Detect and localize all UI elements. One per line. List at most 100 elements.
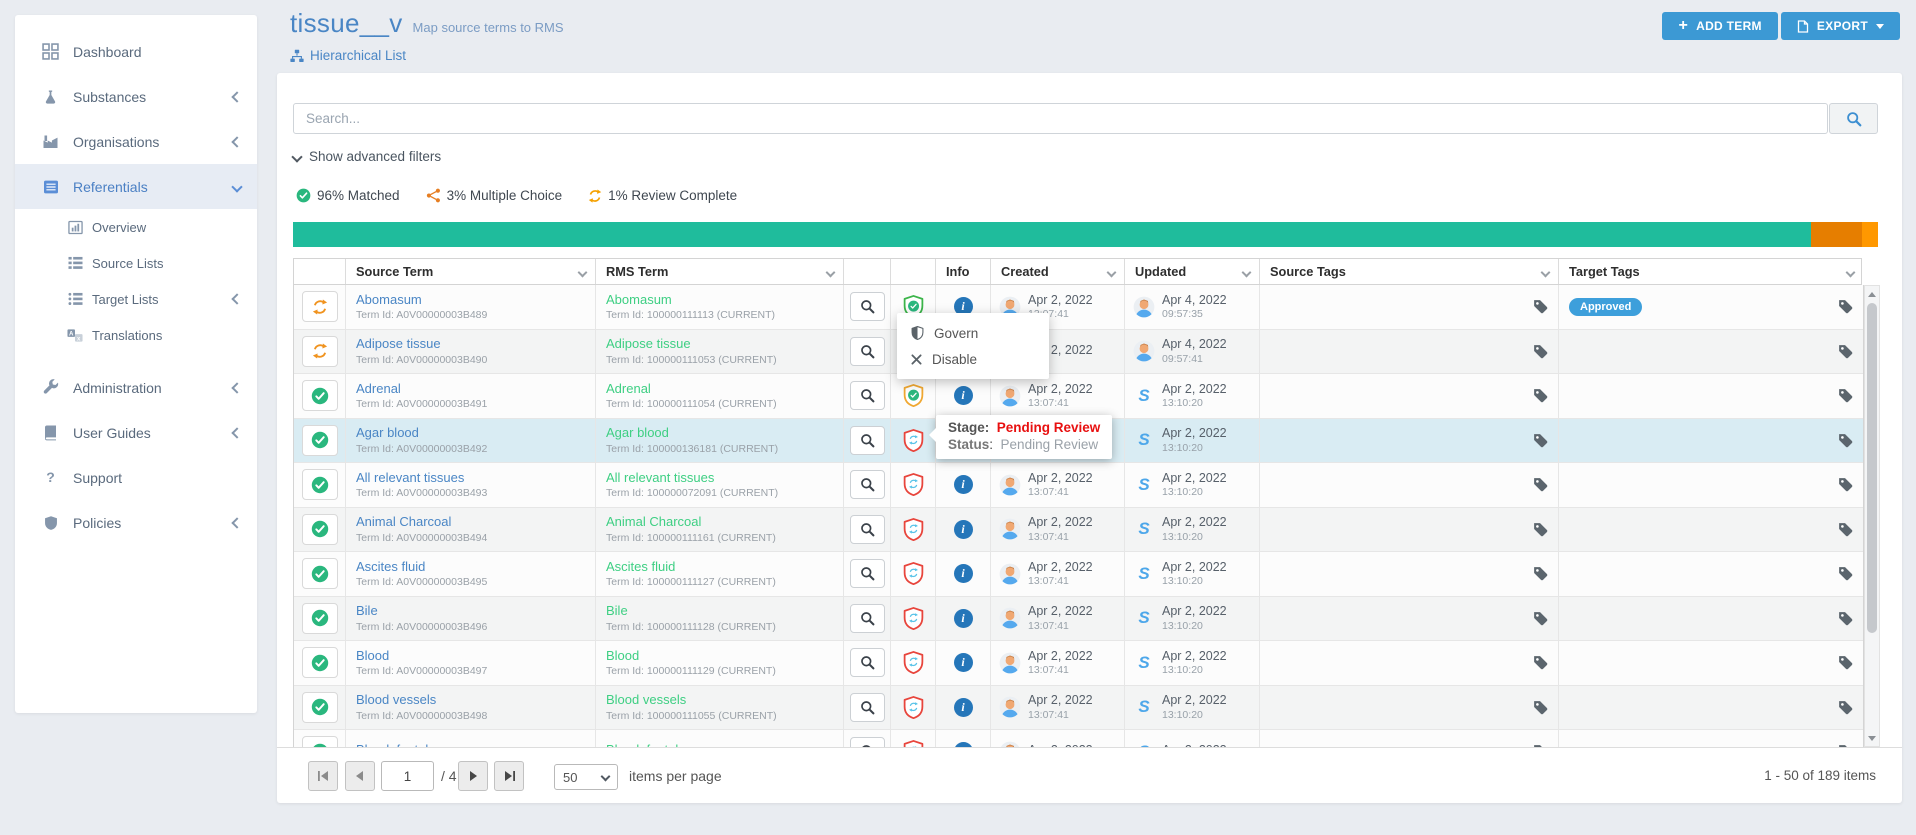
sidebar-item-user-guides[interactable]: User Guides xyxy=(15,410,257,455)
tag-icon[interactable] xyxy=(1838,655,1853,670)
info-icon[interactable]: i xyxy=(954,653,973,672)
column-header-updated[interactable]: Updated xyxy=(1125,259,1260,284)
inspect-term-button[interactable] xyxy=(850,292,885,321)
add-term-button[interactable]: +ADD TERM xyxy=(1662,12,1777,40)
inspect-term-button[interactable] xyxy=(850,693,885,722)
sidebar-item-policies[interactable]: Policies xyxy=(15,500,257,545)
rms-term-link[interactable]: Blood xyxy=(606,649,639,663)
sort-chevron-icon[interactable] xyxy=(1242,268,1252,278)
source-term-link[interactable]: Adrenal xyxy=(356,382,401,396)
table-row[interactable]: Ascites fluidTerm Id: A0V00000003B495 As… xyxy=(294,552,1863,597)
tag-icon[interactable] xyxy=(1533,477,1548,492)
menu-item-disable[interactable]: Disable xyxy=(897,346,1049,372)
source-term-link[interactable]: Ascites fluid xyxy=(356,560,425,574)
tag-icon[interactable] xyxy=(1533,700,1548,715)
shield-pending-review-icon[interactable] xyxy=(903,696,924,719)
inspect-term-button[interactable] xyxy=(850,737,885,747)
shield-pending-review-icon[interactable] xyxy=(903,651,924,674)
tag-icon[interactable] xyxy=(1533,433,1548,448)
sort-chevron-icon[interactable] xyxy=(578,268,588,278)
inspect-term-button[interactable] xyxy=(850,426,885,455)
sort-chevron-icon[interactable] xyxy=(826,268,836,278)
shield-pending-review-icon[interactable] xyxy=(903,607,924,630)
sort-chevron-icon[interactable] xyxy=(1541,268,1551,278)
sidebar-item-dashboard[interactable]: Dashboard xyxy=(15,29,257,74)
search-button[interactable] xyxy=(1829,103,1878,134)
next-page-button[interactable] xyxy=(458,761,488,791)
inspect-term-button[interactable] xyxy=(850,515,885,544)
rms-term-link[interactable]: Adipose tissue xyxy=(606,337,691,351)
sidebar-item-referentials[interactable]: Referentials xyxy=(15,164,257,209)
sidebar-item-organisations[interactable]: Organisations xyxy=(15,119,257,164)
page-size-select[interactable]: 50 xyxy=(554,764,618,790)
table-row[interactable]: All relevant tissuesTerm Id: A0V00000003… xyxy=(294,463,1863,508)
sidebar-item-administration[interactable]: Administration xyxy=(15,365,257,410)
sidebar-item-overview[interactable]: Overview xyxy=(15,209,257,245)
rms-term-link[interactable]: Blood vessels xyxy=(606,693,686,707)
tag-icon[interactable] xyxy=(1533,566,1548,581)
rms-term-link[interactable]: Agar blood xyxy=(606,426,669,440)
rms-term-link[interactable]: Animal Charcoal xyxy=(606,515,701,529)
shield-pending-review-icon[interactable] xyxy=(903,473,924,496)
tag-icon[interactable] xyxy=(1533,299,1548,314)
hierarchical-list-link[interactable]: Hierarchical List xyxy=(290,48,564,63)
rms-term-link[interactable]: All relevant tissues xyxy=(606,471,714,485)
inspect-term-button[interactable] xyxy=(850,381,885,410)
info-icon[interactable]: i xyxy=(954,386,973,405)
source-term-link[interactable]: Blood xyxy=(356,649,389,663)
tag-icon[interactable] xyxy=(1533,522,1548,537)
source-term-link[interactable]: All relevant tissues xyxy=(356,471,464,485)
menu-item-govern[interactable]: Govern xyxy=(897,320,1049,346)
sort-chevron-icon[interactable] xyxy=(1846,268,1856,278)
table-row[interactable]: Adipose tissueTerm Id: A0V00000003B490 A… xyxy=(294,330,1863,375)
advanced-filters-toggle[interactable]: Show advanced filters xyxy=(293,149,441,164)
sidebar-item-substances[interactable]: Substances xyxy=(15,74,257,119)
tag-icon[interactable] xyxy=(1838,700,1853,715)
rms-term-link[interactable]: Abomasum xyxy=(606,293,672,307)
rms-term-link[interactable]: Adrenal xyxy=(606,382,651,396)
tag-icon[interactable] xyxy=(1838,344,1853,359)
source-term-link[interactable]: Bile xyxy=(356,604,378,618)
info-icon[interactable]: i xyxy=(954,698,973,717)
inspect-term-button[interactable] xyxy=(850,648,885,677)
inspect-term-button[interactable] xyxy=(850,337,885,366)
sidebar-item-translations[interactable]: Ax Translations xyxy=(15,317,257,353)
tag-icon[interactable] xyxy=(1533,655,1548,670)
tag-icon[interactable] xyxy=(1838,433,1853,448)
column-header-source_tags[interactable]: Source Tags xyxy=(1260,259,1559,284)
tag-icon[interactable] xyxy=(1533,388,1548,403)
tag-icon[interactable] xyxy=(1838,611,1853,626)
rms-term-link[interactable]: Bile xyxy=(606,604,628,618)
shield-review-icon[interactable] xyxy=(903,384,924,407)
export-button[interactable]: EXPORT xyxy=(1781,12,1900,40)
shield-pending-review-icon[interactable] xyxy=(903,429,924,452)
tag-icon[interactable] xyxy=(1838,522,1853,537)
column-header-source[interactable]: Source Term xyxy=(346,259,596,284)
search-input[interactable] xyxy=(293,103,1828,134)
inspect-term-button[interactable] xyxy=(850,604,885,633)
table-row[interactable]: Animal CharcoalTerm Id: A0V00000003B494 … xyxy=(294,508,1863,553)
column-header-target_tags[interactable]: Target Tags xyxy=(1559,259,1863,284)
shield-pending-review-icon[interactable] xyxy=(903,518,924,541)
info-icon[interactable]: i xyxy=(954,564,973,583)
first-page-button[interactable] xyxy=(308,761,338,791)
tag-icon[interactable] xyxy=(1838,477,1853,492)
source-term-link[interactable]: Abomasum xyxy=(356,293,422,307)
table-row[interactable]: BileTerm Id: A0V00000003B496 BileTerm Id… xyxy=(294,597,1863,642)
source-term-link[interactable]: Adipose tissue xyxy=(356,337,441,351)
info-icon[interactable]: i xyxy=(954,609,973,628)
shield-pending-review-icon[interactable] xyxy=(903,740,924,747)
page-number-input[interactable] xyxy=(381,761,434,791)
inspect-term-button[interactable] xyxy=(850,470,885,499)
column-header-created[interactable]: Created xyxy=(991,259,1125,284)
table-row[interactable]: BloodTerm Id: A0V00000003B497 BloodTerm … xyxy=(294,641,1863,686)
table-row[interactable]: Blood, foetal Blood, foetal i Apr 2, 202… xyxy=(294,730,1863,747)
info-icon[interactable]: i xyxy=(954,475,973,494)
source-term-link[interactable]: Agar blood xyxy=(356,426,419,440)
tag-icon[interactable] xyxy=(1533,344,1548,359)
tag-icon[interactable] xyxy=(1533,611,1548,626)
table-row[interactable]: AbomasumTerm Id: A0V00000003B489 Abomasu… xyxy=(294,285,1863,330)
tag-icon[interactable] xyxy=(1838,388,1853,403)
sidebar-item-target-lists[interactable]: Target Lists xyxy=(15,281,257,317)
scroll-up-icon[interactable] xyxy=(1865,287,1879,301)
